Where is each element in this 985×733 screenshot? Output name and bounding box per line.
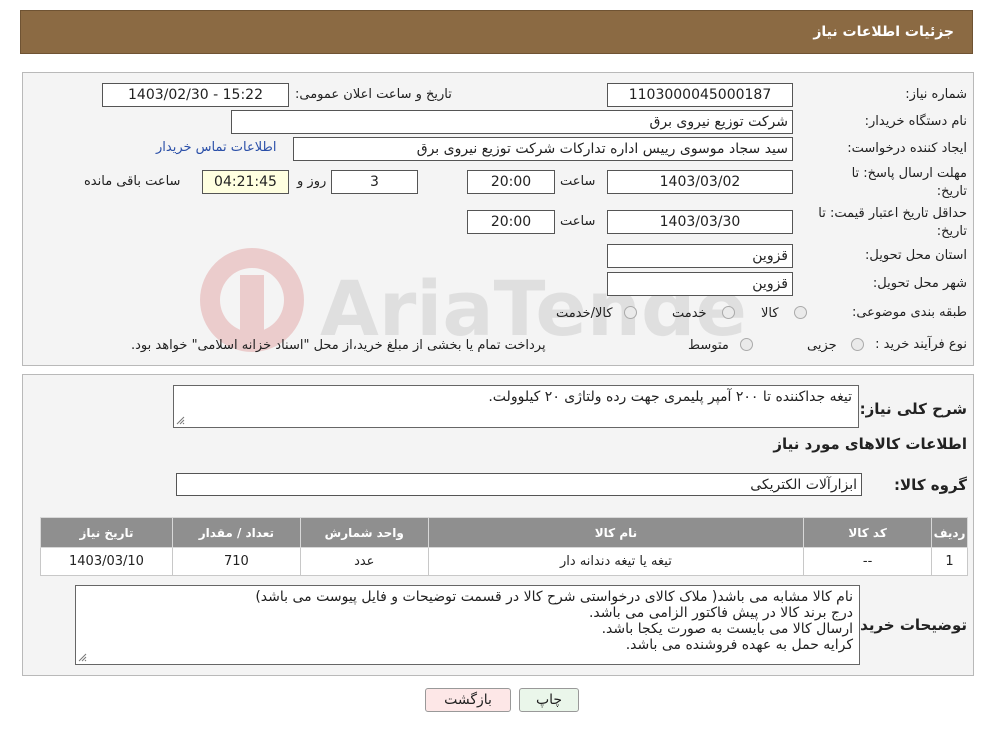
days-field: 3: [331, 170, 418, 194]
validity-time-field: 20:00: [467, 210, 555, 234]
process-medium-label: متوسط: [688, 338, 729, 353]
cell-date: 1403/03/10: [40, 547, 173, 576]
cell-name: تیغه یا تیغه دندانه دار: [427, 547, 805, 576]
summary-text: تیغه جداکننده تا ۲۰۰ آمپر پلیمری جهت رده…: [488, 389, 852, 405]
col-qty: تعداد / مقدار: [171, 517, 301, 548]
deadline-time-field: 20:00: [467, 170, 555, 194]
creator-label: ایجاد کننده درخواست:: [847, 141, 967, 156]
validity-date-field: 1403/03/30: [607, 210, 793, 234]
goods-group-field: ابزارآلات الکتریکی: [176, 473, 862, 496]
category-label: طبقه بندی موضوعی:: [851, 305, 967, 320]
col-unit: واحد شمارش: [299, 517, 429, 548]
col-name: نام کالا: [427, 517, 805, 548]
buyer-org-label: نام دستگاه خریدار:: [864, 114, 967, 129]
announce-label: تاریخ و ساعت اعلان عمومی:: [295, 87, 452, 102]
city-label: شهر محل تحویل:: [872, 276, 967, 291]
province-label: استان محل تحویل:: [865, 248, 967, 263]
process-label: نوع فرآیند خرید :: [875, 337, 967, 352]
announce-datetime-field: 1403/02/30 - 15:22: [102, 83, 289, 107]
validity-label: حداقل تاریخ اعتبار قیمت: تا: [818, 206, 967, 221]
buyer-notes-textarea[interactable]: نام کالا مشابه می باشد( ملاک کالای درخوا…: [75, 585, 860, 665]
remaining-label: ساعت باقی مانده: [84, 174, 181, 189]
category-goods-radio[interactable]: [794, 306, 807, 319]
resize-grip-icon[interactable]: [78, 653, 87, 662]
validity-label-date: تاریخ:: [936, 224, 967, 239]
page-title: جزئیات اطلاعات نیاز: [813, 24, 954, 40]
category-service-radio[interactable]: [722, 306, 735, 319]
need-number-field: 1103000045000187: [607, 83, 793, 107]
buyer-org-field: شرکت توزیع نیروی برق: [231, 110, 793, 134]
category-goods-label: کالا: [761, 306, 779, 321]
category-both-label: کالا/خدمت: [556, 306, 613, 321]
remaining-time-field: 04:21:45: [202, 170, 289, 194]
note-line: نام کالا مشابه می باشد( ملاک کالای درخوا…: [255, 589, 853, 605]
col-row: ردیف: [931, 517, 968, 548]
deadline-label: مهلت ارسال پاسخ: تا: [851, 166, 967, 181]
creator-field: سید سجاد موسوی رییس اداره تدارکات شرکت ت…: [293, 137, 793, 161]
validity-time-label: ساعت: [560, 214, 596, 229]
table-row: 1 -- تیغه یا تیغه دندانه دار عدد 710 140…: [40, 547, 968, 576]
deadline-time-label: ساعت: [560, 174, 596, 189]
process-minor-label: جزیی: [807, 338, 837, 353]
back-button[interactable]: بازگشت: [425, 688, 511, 712]
category-service-label: خدمت: [672, 306, 707, 321]
deadline-label-date: تاریخ:: [936, 184, 967, 199]
need-number-label: شماره نیاز:: [905, 87, 967, 102]
buyer-contact-link[interactable]: اطلاعات تماس خریدار: [156, 140, 276, 155]
province-field: قزوین: [607, 244, 793, 268]
days-label: روز و: [297, 174, 327, 189]
summary-label: شرح کلی نیاز:: [859, 400, 967, 418]
col-date: تاریخ نیاز: [40, 517, 173, 548]
page-header: جزئیات اطلاعات نیاز: [20, 10, 973, 54]
cell-qty: 710: [171, 547, 301, 576]
goods-info-title: اطلاعات کالاهای مورد نیاز: [773, 435, 967, 453]
category-both-radio[interactable]: [624, 306, 637, 319]
process-medium-radio[interactable]: [740, 338, 753, 351]
cell-unit: عدد: [299, 547, 429, 576]
summary-textarea[interactable]: تیغه جداکننده تا ۲۰۰ آمپر پلیمری جهت رده…: [173, 385, 859, 428]
note-line: درج برند کالا در پیش فاکتور الزامی می با…: [588, 605, 853, 621]
deadline-date-field: 1403/03/02: [607, 170, 793, 194]
city-field: قزوین: [607, 272, 793, 296]
goods-group-label: گروه کالا:: [894, 476, 967, 494]
print-button[interactable]: چاپ: [519, 688, 579, 712]
cell-row: 1: [931, 547, 968, 576]
note-line: کرایه حمل به عهده فروشنده می باشد.: [625, 637, 853, 653]
goods-table: ردیف کد کالا نام کالا واحد شمارش تعداد /…: [40, 517, 968, 576]
note-line: ارسال کالا می بایست به صورت یکجا باشد.: [601, 621, 853, 637]
payment-note: پرداخت تمام یا بخشی از مبلغ خرید،از محل …: [131, 338, 546, 353]
resize-grip-icon[interactable]: [176, 416, 185, 425]
col-code: کد کالا: [803, 517, 933, 548]
process-minor-radio[interactable]: [851, 338, 864, 351]
goods-table-header: ردیف کد کالا نام کالا واحد شمارش تعداد /…: [40, 517, 968, 548]
cell-code: --: [803, 547, 933, 576]
